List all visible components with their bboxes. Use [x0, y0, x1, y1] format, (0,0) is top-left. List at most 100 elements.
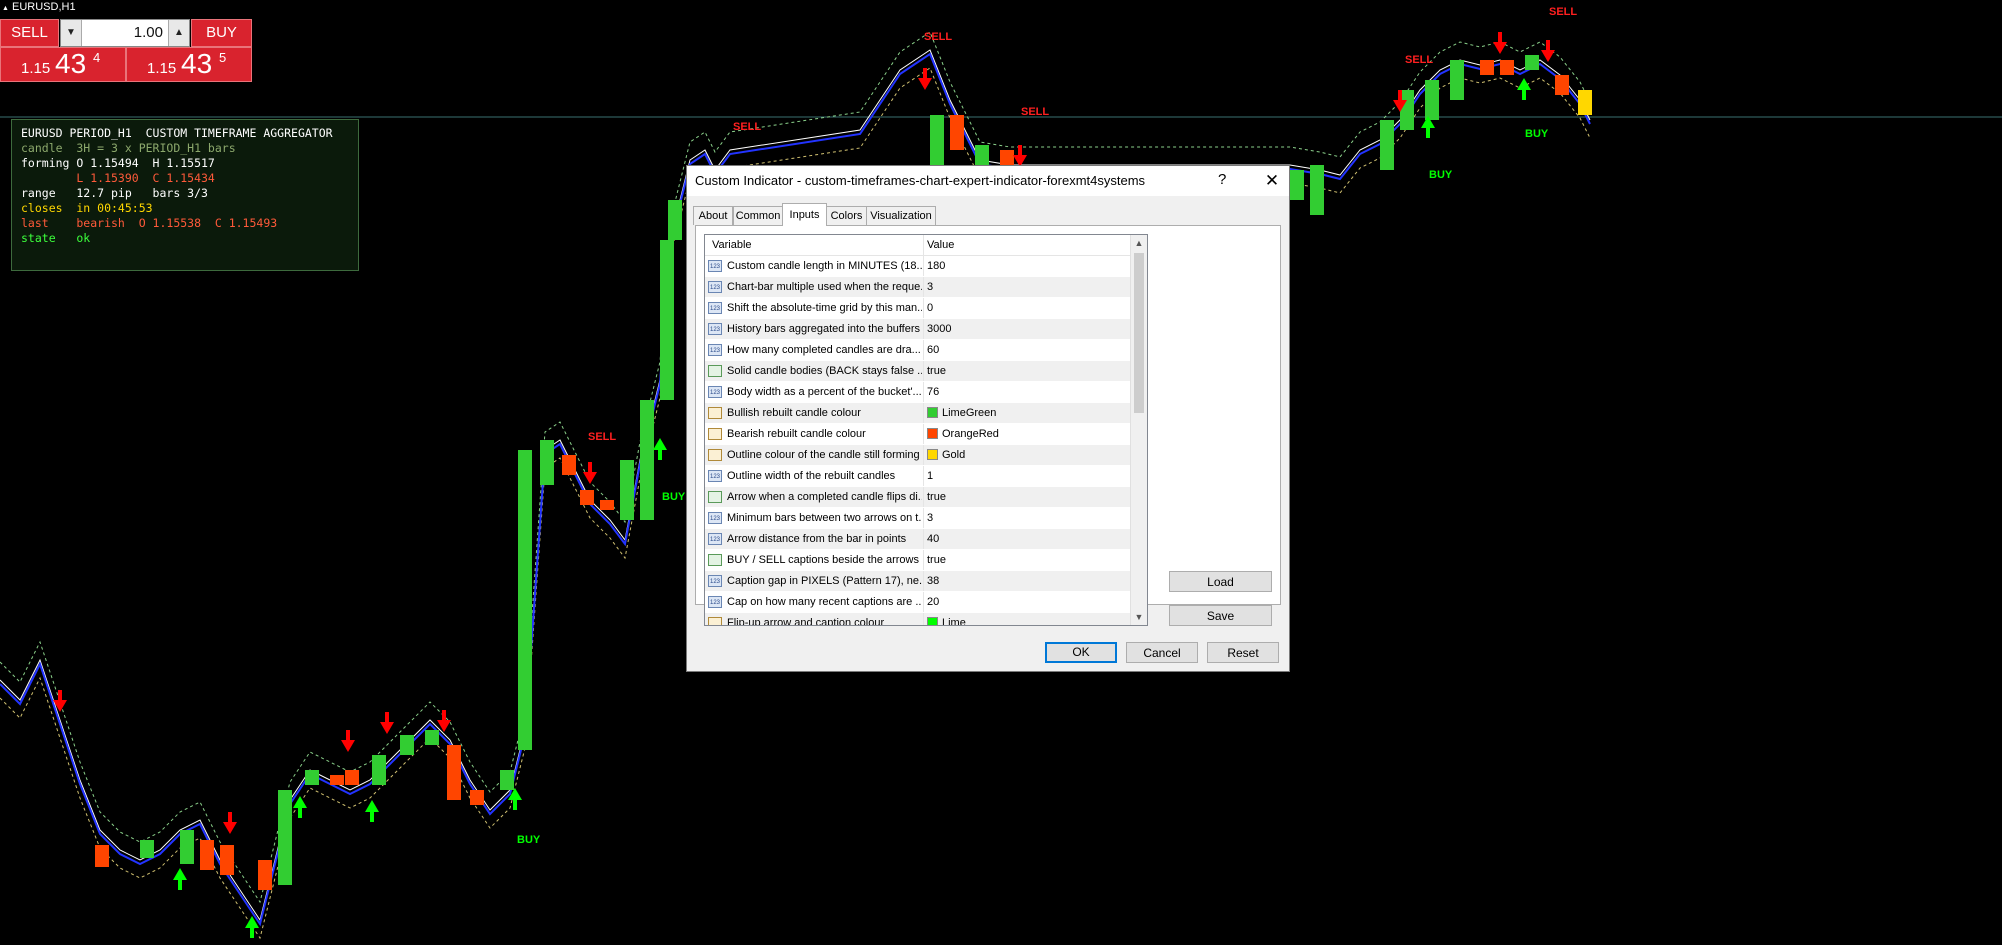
input-value[interactable]: LimeGreen — [927, 407, 996, 419]
input-row[interactable]: 123 Body width as a percent of the bucket… — [705, 382, 1130, 403]
color-swatch — [927, 407, 938, 418]
bull-candle — [372, 755, 386, 785]
input-value-text: 3 — [927, 281, 934, 293]
input-value[interactable]: 20 — [927, 596, 939, 608]
input-row[interactable]: Bearish rebuilt candle colour OrangeRed — [705, 424, 1130, 445]
input-variable: Bearish rebuilt candle colour — [727, 428, 866, 440]
arrow-up-icon — [365, 800, 379, 822]
bear-candle — [220, 845, 234, 875]
forming-candle — [1578, 90, 1592, 115]
input-row[interactable]: 123 Outline width of the rebuilt candles 1 — [705, 466, 1130, 487]
bull-candle — [1525, 55, 1539, 70]
input-row[interactable]: Arrow when a completed candle flips di..… — [705, 487, 1130, 508]
tab-colors[interactable]: Colors — [826, 206, 867, 225]
dialog-titlebar[interactable]: Custom Indicator - custom-timeframes-cha… — [687, 166, 1289, 196]
bid-price-fraction: 4 — [93, 50, 101, 65]
reset-button[interactable]: Reset — [1207, 642, 1279, 663]
ok-button[interactable]: OK — [1045, 642, 1117, 663]
tab-visualization[interactable]: Visualization — [866, 206, 936, 225]
tab-common[interactable]: Common — [733, 206, 783, 225]
signal-caption: BUY — [1429, 169, 1453, 181]
int-type-icon: 123 — [708, 323, 722, 335]
input-value[interactable]: OrangeRed — [927, 428, 999, 440]
column-header-value[interactable]: Value — [927, 239, 954, 251]
arrow-down-icon — [1493, 32, 1507, 54]
input-value-text: 76 — [927, 386, 940, 398]
input-value[interactable]: 60 — [927, 344, 939, 356]
input-value[interactable]: true — [927, 365, 946, 377]
tab-about[interactable]: About — [693, 206, 733, 225]
input-value[interactable]: 0 — [927, 302, 933, 314]
ask-price-prefix: 1.15 — [147, 60, 177, 77]
input-row[interactable]: 123 Minimum bars between two arrows on t.… — [705, 508, 1130, 529]
input-row[interactable]: 123 How many completed candles are dra...… — [705, 340, 1130, 361]
input-row[interactable]: 123 Cap on how many recent captions are .… — [705, 592, 1130, 613]
signal-caption: BUY — [517, 834, 541, 846]
scroll-down-icon[interactable]: ▼ — [1131, 609, 1147, 625]
ask-price-button[interactable]: 1.15 43 5 — [126, 47, 252, 82]
input-row[interactable]: Flip-up arrow and caption colour Lime — [705, 613, 1130, 625]
bull-candle — [540, 440, 554, 485]
lot-decrease-icon[interactable]: ▼ — [61, 20, 82, 46]
cancel-button[interactable]: Cancel — [1126, 642, 1198, 663]
input-variable: How many completed candles are dra... — [727, 344, 921, 356]
arrow-down-icon — [380, 712, 394, 734]
tab-inputs[interactable]: Inputs — [782, 203, 827, 226]
input-variable: Custom candle length in MINUTES (18... — [727, 260, 922, 272]
input-variable: Chart-bar multiple used when the reque..… — [727, 281, 922, 293]
buy-button[interactable]: BUY — [191, 19, 252, 47]
input-row[interactable]: Outline colour of the candle still formi… — [705, 445, 1130, 466]
input-value[interactable]: 3 — [927, 512, 933, 524]
row-separator — [923, 319, 924, 339]
input-value[interactable]: Lime — [927, 617, 966, 625]
input-value[interactable]: true — [927, 491, 946, 503]
signal-caption: BUY — [662, 491, 686, 503]
input-value[interactable]: Gold — [927, 449, 965, 461]
input-row[interactable]: 123 History bars aggregated into the buff… — [705, 319, 1130, 340]
sell-button[interactable]: SELL — [0, 19, 59, 47]
arrow-up-icon — [293, 796, 307, 818]
column-header-variable[interactable]: Variable — [712, 239, 752, 251]
bid-price-button[interactable]: 1.15 43 4 — [0, 47, 126, 82]
bear-candle — [600, 500, 614, 510]
int-type-icon: 123 — [708, 596, 722, 608]
scroll-up-icon[interactable]: ▲ — [1131, 235, 1147, 251]
input-row[interactable]: 123 Custom candle length in MINUTES (18..… — [705, 256, 1130, 277]
ask-price-pips: 43 — [181, 48, 213, 79]
input-row[interactable]: BUY / SELL captions beside the arrows tru… — [705, 550, 1130, 571]
input-row[interactable]: 123 Chart-bar multiple used when the requ… — [705, 277, 1130, 298]
lot-size-stepper[interactable]: ▼ 1.00 ▲ — [60, 19, 190, 47]
save-button[interactable]: Save — [1169, 605, 1272, 626]
int-type-icon: 123 — [708, 470, 722, 482]
input-row[interactable]: 123 Shift the absolute-time grid by this … — [705, 298, 1130, 319]
input-row[interactable]: 123 Caption gap in PIXELS (Pattern 17), n… — [705, 571, 1130, 592]
lot-size-value[interactable]: 1.00 — [83, 20, 167, 46]
input-value-text: 40 — [927, 533, 940, 545]
load-button[interactable]: Load — [1169, 571, 1272, 592]
chart-menu-triangle-icon[interactable]: ▲ — [2, 5, 9, 12]
info-line-forming-lc: L 1.15390 C 1.15434 — [21, 171, 215, 185]
lot-increase-icon[interactable]: ▲ — [168, 20, 189, 46]
input-value[interactable]: 76 — [927, 386, 939, 398]
grid-vertical-scrollbar[interactable]: ▲ ▼ — [1130, 235, 1147, 625]
input-value[interactable]: 180 — [927, 260, 945, 272]
input-row[interactable]: 123 Arrow distance from the bar in points… — [705, 529, 1130, 550]
input-value-text: 3 — [927, 512, 934, 524]
input-value[interactable]: 3000 — [927, 323, 951, 335]
input-value[interactable]: 1 — [927, 470, 933, 482]
color-swatch — [927, 428, 938, 439]
close-icon[interactable]: ✕ — [1257, 168, 1287, 194]
input-value[interactable]: 38 — [927, 575, 939, 587]
scroll-thumb[interactable] — [1134, 253, 1144, 413]
input-variable: Cap on how many recent captions are ... — [727, 596, 922, 608]
help-icon[interactable]: ? — [1218, 171, 1226, 188]
row-separator — [923, 382, 924, 402]
input-value[interactable]: true — [927, 554, 946, 566]
input-row[interactable]: Solid candle bodies (BACK stays false ..… — [705, 361, 1130, 382]
input-row[interactable]: Bullish rebuilt candle colour LimeGreen — [705, 403, 1130, 424]
input-value[interactable]: 3 — [927, 281, 933, 293]
input-variable: Arrow when a completed candle flips di..… — [727, 491, 922, 503]
arrow-up-icon — [173, 868, 187, 890]
input-value[interactable]: 40 — [927, 533, 939, 545]
input-value-text: true — [927, 365, 946, 377]
